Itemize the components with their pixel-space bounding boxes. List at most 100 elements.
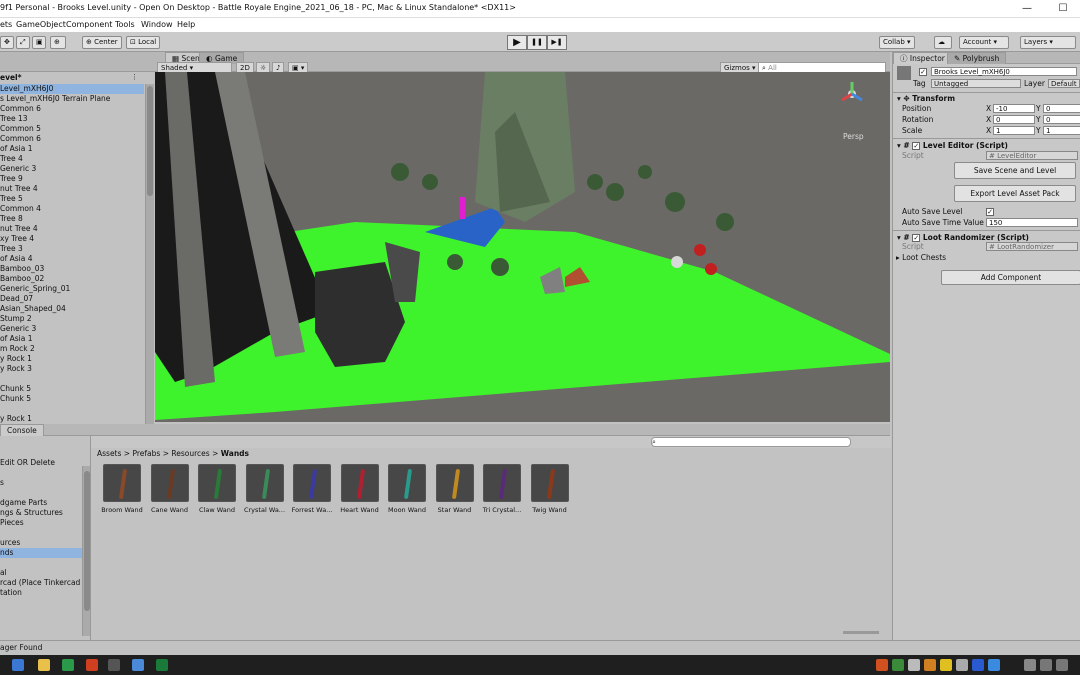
active-checkbox[interactable]: ✓ (919, 68, 927, 76)
hierarchy-item[interactable] (0, 374, 144, 384)
scale-x-field[interactable]: 1 (993, 126, 1035, 135)
project-folder-item[interactable]: rcad (Place Tinkercad C (0, 578, 82, 588)
menu-component[interactable]: Component (66, 20, 112, 29)
hierarchy-item[interactable]: Asian_Shaped_04 (0, 304, 144, 314)
project-folder-item[interactable]: al (0, 568, 82, 578)
hierarchy-item[interactable]: Generic_Spring_01 (0, 284, 144, 294)
spreadsheet-icon[interactable] (156, 659, 168, 671)
tray-icon-3[interactable] (908, 659, 920, 671)
hierarchy-item[interactable]: Generic 3 (0, 324, 144, 334)
project-folder-item[interactable] (0, 528, 82, 538)
position-y-field[interactable]: 0 (1043, 104, 1080, 113)
hierarchy-item[interactable]: Tree 13 (0, 114, 144, 124)
breadcrumb-prefabs[interactable]: Prefabs (132, 449, 160, 458)
project-folder-item[interactable]: Pieces (0, 518, 82, 528)
account-dropdown[interactable]: Account ▾ (959, 36, 1009, 49)
asset-item[interactable]: Moon Wand (385, 464, 429, 514)
menu-gameobject[interactable]: GameObject (16, 20, 66, 29)
chrome-icon[interactable] (132, 659, 144, 671)
hierarchy-item[interactable]: Tree 5 (0, 194, 144, 204)
level-editor-header[interactable]: ▾ # ✓ Level Editor (Script) (893, 138, 1080, 150)
hierarchy-item[interactable]: Tree 3 (0, 244, 144, 254)
hierarchy-item[interactable]: m Rock 2 (0, 344, 144, 354)
asset-item[interactable]: Twig Wand (528, 464, 572, 514)
asset-item[interactable]: Star Wand (433, 464, 477, 514)
hierarchy-item[interactable]: Common 6 (0, 134, 144, 144)
save-scene-level-button[interactable]: Save Scene and Level (954, 162, 1076, 179)
word-icon[interactable] (972, 659, 984, 671)
volume-icon[interactable] (1056, 659, 1068, 671)
scene-gizmo-icon[interactable] (840, 82, 864, 106)
hierarchy-item[interactable]: of Asia 4 (0, 254, 144, 264)
layers-dropdown[interactable]: Layers ▾ (1020, 36, 1076, 49)
auto-save-checkbox[interactable]: ✓ (986, 208, 994, 216)
cloud-icon[interactable]: ☁ (934, 36, 952, 49)
hierarchy-item[interactable]: Tree 4 (0, 154, 144, 164)
pivot-center-toggle[interactable]: ⊕ Center (82, 36, 122, 49)
pivot-local-toggle[interactable]: ⊡ Local (126, 36, 161, 49)
tray-icon-8[interactable] (988, 659, 1000, 671)
hierarchy-item[interactable]: y Rock 3 (0, 364, 144, 374)
tray-icon-9[interactable] (1024, 659, 1036, 671)
hierarchy-scrollbar[interactable] (145, 84, 154, 424)
persp-label[interactable]: Persp (843, 132, 864, 141)
hierarchy-item[interactable]: Common 6 (0, 104, 144, 114)
menu-window[interactable]: Window (141, 20, 173, 29)
scale-tool-icon[interactable]: ⤢ (16, 36, 30, 49)
project-tree-scrollbar[interactable] (82, 466, 90, 636)
hierarchy-item[interactable]: Bamboo_03 (0, 264, 144, 274)
hierarchy-item[interactable]: Stump 2 (0, 314, 144, 324)
rotation-y-field[interactable]: 0 (1043, 115, 1080, 124)
hierarchy-item[interactable]: Generic 3 (0, 164, 144, 174)
hierarchy-menu-icon[interactable]: ⋮ (131, 73, 138, 81)
tab-inspector[interactable]: ⓘ Inspector (893, 52, 952, 64)
hierarchy-item[interactable]: Common 4 (0, 204, 144, 214)
move-tool-icon[interactable]: ✥ (0, 36, 14, 49)
object-name-field[interactable]: Brooks Level_mXH6J0 (931, 67, 1077, 76)
hierarchy-item[interactable]: of Asia 1 (0, 144, 144, 154)
hierarchy-item[interactable]: Dead_07 (0, 294, 144, 304)
loot-chests-foldout[interactable]: ▸ Loot Chests (896, 252, 1080, 263)
collab-button[interactable]: Collab ▾ (879, 36, 915, 49)
play-button[interactable]: ▶ (507, 35, 527, 50)
level-editor-enabled-checkbox[interactable]: ✓ (912, 142, 921, 150)
asset-item[interactable]: Crystal Wa... (243, 464, 287, 514)
menu-tools[interactable]: Tools (115, 20, 135, 29)
asset-item[interactable]: Cane Wand (148, 464, 192, 514)
hierarchy-item[interactable]: xy Tree 4 (0, 234, 144, 244)
tray-icon-6[interactable] (956, 659, 968, 671)
hierarchy-item[interactable]: Bamboo_02 (0, 274, 144, 284)
add-component-button[interactable]: Add Component (941, 270, 1080, 285)
project-folder-item[interactable] (0, 558, 82, 568)
tray-icon-1[interactable] (876, 659, 888, 671)
app-icon[interactable] (62, 659, 74, 671)
tab-console[interactable]: Console (0, 424, 44, 436)
project-folder-item[interactable]: tation (0, 588, 82, 598)
breadcrumb-wands[interactable]: Wands (221, 449, 249, 458)
asset-item[interactable]: Forrest Wa... (290, 464, 334, 514)
project-folder-item[interactable]: s (0, 478, 82, 488)
hierarchy-item[interactable]: nut Tree 4 (0, 184, 144, 194)
hierarchy-item[interactable]: Tree 8 (0, 214, 144, 224)
scale-y-field[interactable]: 1 (1043, 126, 1080, 135)
project-folder-item[interactable]: Edit OR Delete (0, 458, 82, 468)
search-icon[interactable] (12, 659, 24, 671)
project-folder-item[interactable]: dgame Parts (0, 498, 82, 508)
auto-save-time-field[interactable]: 150 (986, 218, 1078, 227)
tray-icon-2[interactable] (892, 659, 904, 671)
rotation-x-field[interactable]: 0 (993, 115, 1035, 124)
menu-help[interactable]: Help (177, 20, 195, 29)
hierarchy-item[interactable]: Level_mXH6J0 (0, 84, 144, 94)
project-folder-item[interactable] (0, 468, 82, 478)
project-folder-item[interactable]: urces (0, 538, 82, 548)
project-search-input[interactable]: ⌕ (651, 437, 851, 447)
maximize-button[interactable]: ☐ (1046, 0, 1080, 18)
project-folder-item[interactable]: nds (0, 548, 82, 558)
minimize-button[interactable]: — (1010, 0, 1044, 18)
unity-icon[interactable] (108, 659, 120, 671)
breadcrumb-resources[interactable]: Resources (171, 449, 209, 458)
hierarchy-item[interactable]: Common 5 (0, 124, 144, 134)
hierarchy-item[interactable]: s Level_mXH6J0 Terrain Plane (0, 94, 144, 104)
hierarchy-item[interactable]: nut Tree 4 (0, 224, 144, 234)
hierarchy-item[interactable] (0, 404, 144, 414)
